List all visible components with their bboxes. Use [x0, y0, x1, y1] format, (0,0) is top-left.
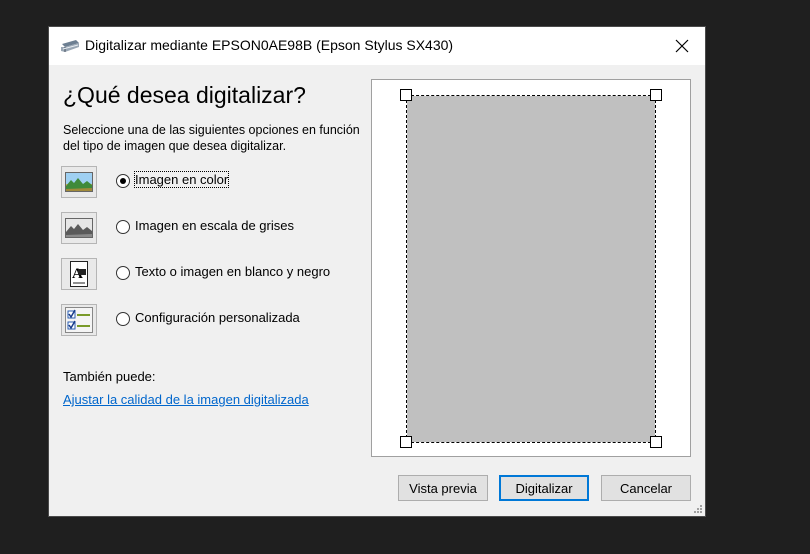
resize-handle-bottom-left[interactable]: [400, 436, 412, 448]
option-custom-label[interactable]: Configuración personalizada: [135, 310, 300, 325]
cancel-button[interactable]: Cancelar: [601, 475, 691, 501]
scan-area-selection[interactable]: [406, 95, 656, 443]
adjust-quality-link[interactable]: Ajustar la calidad de la imagen digitali…: [63, 392, 309, 407]
option-color-radio[interactable]: [116, 174, 130, 188]
resize-handle-top-left[interactable]: [400, 89, 412, 101]
preview-button[interactable]: Vista previa: [398, 475, 488, 501]
text-document-button[interactable]: A: [61, 258, 97, 290]
option-text-bw-label[interactable]: Texto o imagen en blanco y negro: [135, 264, 330, 279]
grayscale-picture-icon: [65, 218, 93, 238]
preview-frame: [371, 79, 691, 457]
resize-grip-icon[interactable]: [693, 504, 703, 514]
option-color[interactable]: Imagen en color: [61, 166, 351, 200]
option-text-bw[interactable]: A Texto o imagen en blanco y negro: [61, 258, 351, 292]
option-grayscale-radio[interactable]: [116, 220, 130, 234]
scanner-icon: [61, 40, 79, 52]
custom-settings-button[interactable]: [61, 304, 97, 336]
page-title: ¿Qué desea digitalizar?: [63, 82, 306, 108]
option-color-label[interactable]: Imagen en color: [133, 171, 230, 188]
option-custom[interactable]: Configuración personalizada: [61, 304, 351, 338]
close-button[interactable]: [659, 27, 705, 65]
also-label: También puede:: [63, 369, 156, 384]
close-icon: [675, 39, 689, 53]
option-grayscale[interactable]: Imagen en escala de grises: [61, 212, 351, 246]
text-document-icon: A: [70, 261, 88, 287]
window-title: Digitalizar mediante EPSON0AE98B (Epson …: [85, 37, 454, 53]
color-picture-icon: [65, 172, 93, 192]
option-custom-radio[interactable]: [116, 312, 130, 326]
scan-dialog: Digitalizar mediante EPSON0AE98B (Epson …: [49, 27, 705, 516]
instructions-text: Seleccione una de las siguientes opcione…: [63, 123, 360, 153]
option-text-bw-radio[interactable]: [116, 266, 130, 280]
title-bar: Digitalizar mediante EPSON0AE98B (Epson …: [49, 27, 705, 65]
option-grayscale-label[interactable]: Imagen en escala de grises: [135, 218, 294, 233]
resize-handle-top-right[interactable]: [650, 89, 662, 101]
custom-settings-icon: [65, 307, 93, 333]
grayscale-picture-button[interactable]: [61, 212, 97, 244]
scan-button[interactable]: Digitalizar: [499, 475, 589, 501]
resize-handle-bottom-right[interactable]: [650, 436, 662, 448]
color-picture-button[interactable]: [61, 166, 97, 198]
